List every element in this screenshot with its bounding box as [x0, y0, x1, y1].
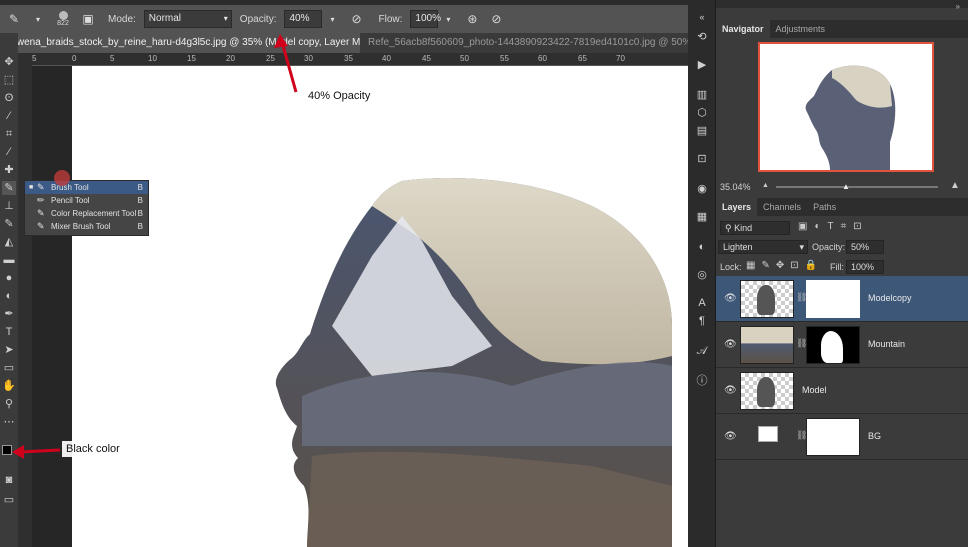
layer-name: BG	[868, 431, 882, 441]
opacity-callout: 40% Opacity	[304, 88, 375, 104]
adjustment-filter-icon[interactable]: ◐	[814, 221, 820, 232]
layer-name: Mountain	[868, 339, 906, 349]
navigator-preview-image	[805, 65, 896, 170]
blend-mode-value: Lighten	[723, 242, 753, 252]
lock-position-icon[interactable]: ✥	[776, 260, 784, 271]
character-icon[interactable]: A	[695, 296, 709, 310]
lock-icons: ▦ ✎ ✥ ⊡ 🔒	[746, 260, 817, 271]
layer-filter-icons: ▣ ◐ T ⌗ ⊡	[798, 221, 862, 232]
layer-thumbnail	[758, 426, 778, 442]
paragraph-icon[interactable]: ¶	[695, 314, 709, 328]
zoom-in-icon[interactable]: ▲	[950, 180, 960, 191]
shape-filter-icon[interactable]: ⌗	[841, 221, 847, 232]
smart-object-filter-icon[interactable]: ⊡	[853, 221, 861, 232]
layer-mask-thumbnail[interactable]	[806, 280, 860, 318]
lock-artboard-icon[interactable]: ⊡	[790, 260, 798, 271]
color-icon[interactable]: ◉	[695, 182, 709, 196]
eye-icon[interactable]: 👁	[724, 339, 737, 350]
arrow-head-icon	[274, 34, 288, 48]
layer-opacity-field[interactable]: 50%	[846, 240, 884, 254]
layer-thumbnail	[740, 372, 794, 410]
fill-field[interactable]: 100%	[846, 260, 884, 274]
layer-name: Model	[802, 385, 827, 395]
play-icon[interactable]: ▶	[695, 58, 709, 72]
fill-value: 100%	[851, 262, 875, 272]
fill-label: Fill:	[830, 262, 844, 272]
annotation-arrows	[12, 34, 298, 459]
layer-thumbnail	[740, 326, 794, 364]
layer-mask-thumbnail[interactable]	[806, 418, 860, 456]
layer-row[interactable]: 👁 Model	[716, 368, 968, 414]
black-color-arrow	[19, 448, 61, 454]
glyphs-icon[interactable]: 𝒜	[695, 344, 709, 358]
arrow-head-icon	[12, 445, 24, 459]
navigator-zoom-value: 35.04%	[720, 182, 751, 192]
layer-thumbnail	[740, 280, 794, 318]
adjustments-icon[interactable]: ◐	[695, 240, 709, 254]
collapse-icon[interactable]: «	[695, 10, 709, 24]
zoom-slider-handle[interactable]: ▲	[842, 182, 850, 191]
zoom-slider[interactable]	[776, 186, 938, 188]
tab-navigator[interactable]: Navigator	[716, 20, 770, 38]
navigator-tabs: Navigator Adjustments	[716, 20, 968, 38]
info-icon[interactable]: ⓘ	[695, 374, 709, 388]
properties-icon[interactable]: ⊡	[695, 152, 709, 166]
history-icon[interactable]: ⟲	[695, 30, 709, 44]
3d-icon[interactable]: ⬡	[695, 106, 709, 120]
zoom-out-icon[interactable]: ▲	[762, 182, 769, 189]
navigator-thumbnail[interactable]	[758, 42, 934, 172]
search-icon: ⚲	[725, 223, 732, 233]
eye-icon[interactable]: 👁	[724, 385, 737, 396]
blend-mode-select[interactable]: Lighten ▾	[718, 240, 808, 254]
black-color-callout: Black color	[62, 441, 124, 457]
lock-label: Lock:	[720, 262, 742, 272]
right-panels: » Navigator Adjustments 35.04% ▲ ▲ ▲ Lay…	[716, 0, 968, 547]
tab-channels[interactable]: Channels	[757, 198, 807, 216]
opacity-arrow	[280, 41, 298, 93]
eye-icon[interactable]: 👁	[724, 431, 737, 442]
tab-layers[interactable]: Layers	[716, 198, 758, 216]
layer-filter-kind[interactable]: ⚲ Kind	[720, 221, 790, 235]
kind-value: Kind	[734, 223, 753, 233]
collapse-panels-icon[interactable]: »	[956, 2, 960, 11]
histogram-icon[interactable]: ▥	[695, 88, 709, 102]
styles-icon[interactable]: ◎	[695, 268, 709, 282]
layer-opacity-value: 50%	[851, 242, 870, 252]
tab-paths[interactable]: Paths	[807, 198, 842, 216]
type-filter-icon[interactable]: T	[828, 221, 834, 232]
layer-row[interactable]: 👁 ⛓ Mountain	[716, 322, 968, 368]
pixel-filter-icon[interactable]: ▣	[798, 221, 807, 232]
layer-mask-thumbnail[interactable]	[806, 326, 860, 364]
lock-all-icon[interactable]: 🔒	[805, 260, 817, 271]
channels-icon[interactable]: ▤	[695, 124, 709, 138]
layer-row[interactable]: 👁 ⛓ BG	[716, 414, 968, 460]
lock-pixels-icon[interactable]: ✎	[761, 260, 769, 271]
chevron-down-icon: ▾	[799, 242, 804, 252]
layers-tabs: Layers Channels Paths	[716, 198, 968, 216]
lock-transparency-icon[interactable]: ▦	[746, 260, 755, 271]
layer-name: Modelcopy	[868, 293, 912, 303]
panel-icon-strip: « ⟲ ▶ ▥ ⬡ ▤ ⊡ ◉ ▦ ◐ ◎ A ¶ 𝒜 ⓘ	[688, 0, 716, 547]
layer-row[interactable]: 👁 ⛓ Modelcopy	[716, 276, 968, 322]
eye-icon[interactable]: 👁	[724, 293, 737, 304]
layer-opacity-label: Opacity:	[812, 242, 846, 252]
swatches-icon[interactable]: ▦	[695, 210, 709, 224]
tab-adjustments[interactable]: Adjustments	[770, 20, 832, 38]
panel-header-strip	[716, 0, 968, 8]
